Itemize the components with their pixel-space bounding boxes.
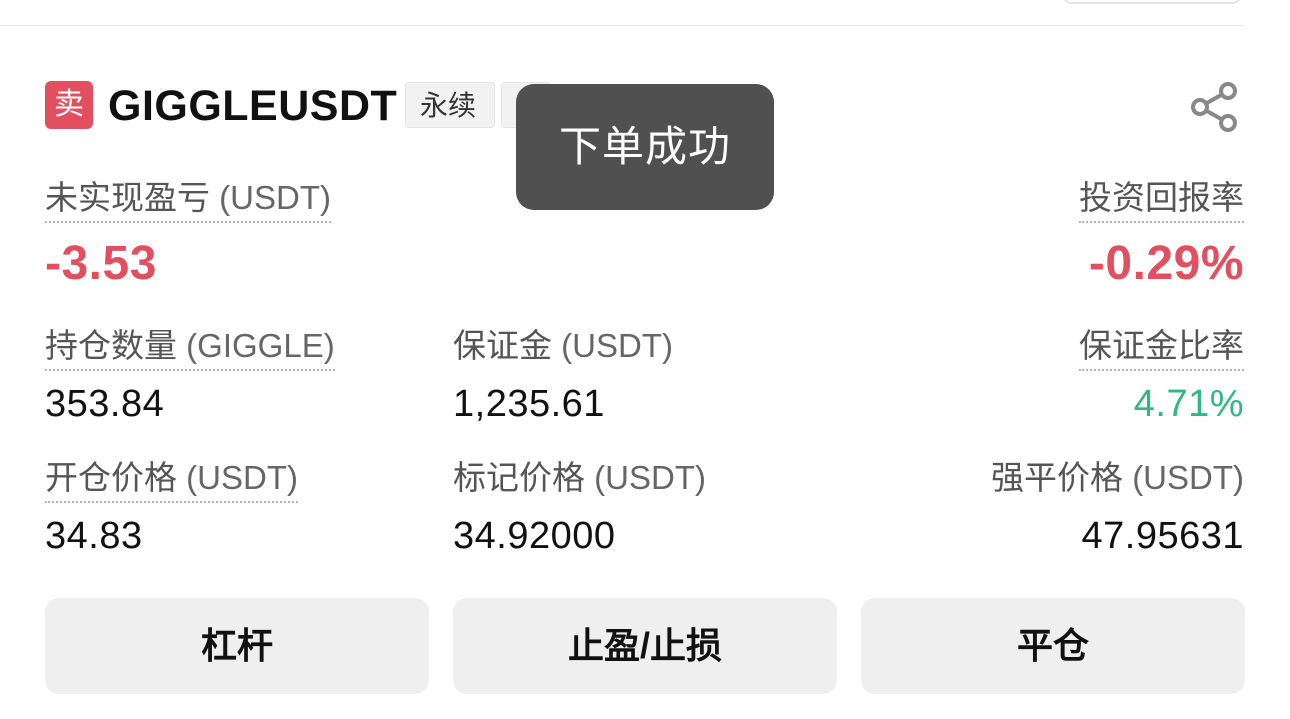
margin-ratio-value: 4.71% xyxy=(1133,383,1244,425)
unrealized-pnl-label-text: 未实现盈亏 xyxy=(45,179,210,216)
entry-price-label[interactable]: 开仓价格 (USDT) xyxy=(45,456,298,503)
unrealized-pnl-value: -3.53 xyxy=(45,237,157,290)
symbol-title[interactable]: GIGGLEUSDT xyxy=(108,80,397,132)
entry-price-value: 34.83 xyxy=(45,515,143,557)
tp-sl-button[interactable]: 止盈/止损 xyxy=(453,598,837,694)
liquidation-price-value: 47.95631 xyxy=(1081,515,1244,557)
unrealized-pnl-label[interactable]: 未实现盈亏 (USDT) xyxy=(45,176,331,223)
entry-price-label-text: 开仓价格 xyxy=(45,459,177,496)
share-icon[interactable] xyxy=(1188,80,1242,134)
mark-price-label-text: 标记价格 xyxy=(453,459,585,496)
mark-price-label: 标记价格 (USDT) xyxy=(453,456,706,500)
close-position-button[interactable]: 平仓 xyxy=(861,598,1245,694)
order-success-toast: 下单成功 xyxy=(516,84,774,210)
unrealized-pnl-unit: (USDT) xyxy=(219,179,331,216)
leverage-button[interactable]: 杠杆 xyxy=(45,598,429,694)
position-size-value: 353.84 xyxy=(45,383,165,425)
liquidation-price-label: 强平价格 (USDT) xyxy=(991,456,1244,500)
margin-label: 保证金 (USDT) xyxy=(453,324,673,368)
position-size-unit: (GIGGLE) xyxy=(186,327,335,364)
position-card: 卖 GIGGLEUSDT 永续 未实现盈亏 (USDT) -3.53 投资回报率… xyxy=(0,0,1290,719)
margin-value: 1,235.61 xyxy=(453,383,605,425)
liquidation-price-label-text: 强平价格 xyxy=(991,459,1124,496)
mark-price-value: 34.92000 xyxy=(453,515,616,557)
position-size-label[interactable]: 持仓数量 (GIGGLE) xyxy=(45,324,335,371)
margin-ratio-label[interactable]: 保证金比率 xyxy=(1079,324,1244,371)
margin-label-text: 保证金 xyxy=(453,327,552,364)
mark-price-unit: (USDT) xyxy=(594,459,706,496)
roi-value: -0.29% xyxy=(1088,237,1244,290)
position-size-label-text: 持仓数量 xyxy=(45,327,177,364)
margin-unit: (USDT) xyxy=(561,327,673,364)
roi-label[interactable]: 投资回报率 xyxy=(1079,176,1244,223)
entry-price-unit: (USDT) xyxy=(186,459,298,496)
liquidation-price-unit: (USDT) xyxy=(1132,459,1244,496)
perpetual-tag: 永续 xyxy=(405,82,495,128)
sell-side-badge: 卖 xyxy=(45,81,93,129)
